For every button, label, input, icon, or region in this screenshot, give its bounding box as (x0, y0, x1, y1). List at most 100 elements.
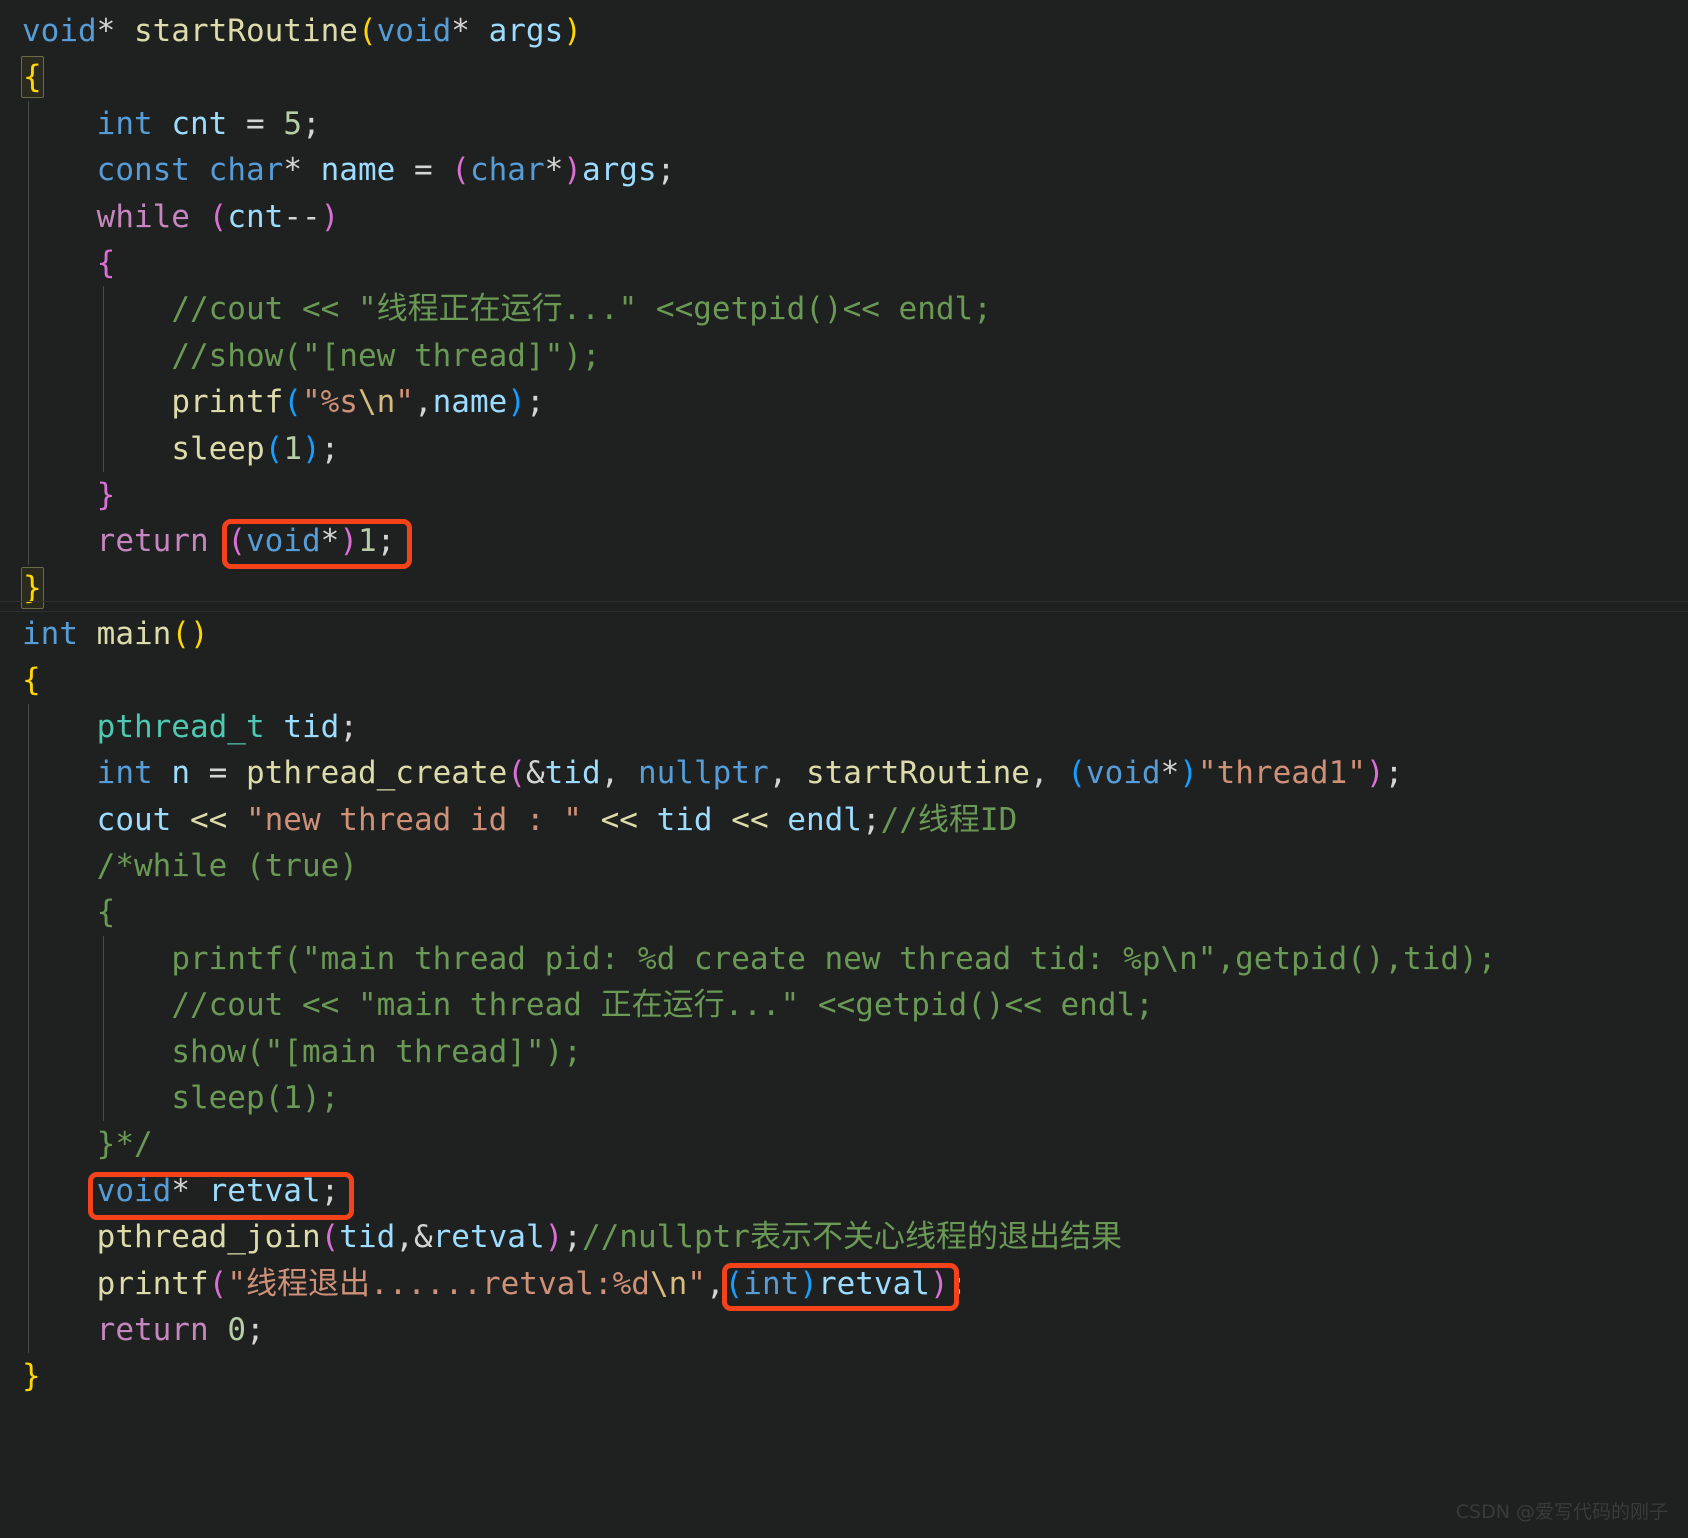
code-token: \n (649, 1265, 688, 1302)
indent-guide (28, 703, 29, 751)
code-line[interactable]: } (0, 1353, 1688, 1399)
code-token: show("[main thread]"); (171, 1033, 582, 1070)
code-line[interactable]: //cout << "main thread 正在运行..." <<getpid… (0, 982, 1688, 1029)
code-line[interactable]: { (0, 889, 1688, 936)
code-line[interactable]: } (0, 565, 1688, 611)
code-token: { (96, 894, 116, 931)
code-line[interactable]: cout << "new thread id : " << tid << end… (0, 796, 1688, 844)
code-token: tid (283, 708, 340, 745)
code-token: tid (339, 1219, 396, 1256)
indent-guide (28, 425, 29, 472)
code-line[interactable]: void* startRoutine(void* args) (0, 8, 1688, 54)
indent-guide (28, 471, 29, 519)
code-line[interactable]: { (0, 54, 1688, 100)
code-token: tid (656, 801, 713, 838)
code-token: sleep(1); (171, 1079, 340, 1116)
code-line[interactable]: //show("[new thread]"); (0, 332, 1688, 380)
code-token: << (600, 801, 638, 838)
code-line[interactable]: int cnt = 5; (0, 100, 1688, 148)
code-token: * (451, 13, 489, 49)
indent-guide (28, 100, 29, 148)
code-token: ; (376, 523, 396, 560)
code-token: ( (227, 523, 246, 560)
indent-guide (28, 379, 29, 426)
code-line[interactable]: /*while (true) (0, 843, 1688, 890)
code-line[interactable]: printf("线程退出......retval:%d\n",(int)retv… (0, 1260, 1688, 1307)
indent-guide (28, 1028, 29, 1075)
code-token: } (96, 476, 116, 513)
code-token: const (96, 152, 190, 189)
code-token: "线程退出......retval:%d (227, 1265, 650, 1302)
code-line[interactable]: const char* name = (char*)args; (0, 147, 1688, 194)
code-token: retval (432, 1219, 545, 1256)
code-line[interactable]: sleep(1); (0, 1074, 1688, 1122)
code-line[interactable]: pthread_t tid; (0, 703, 1688, 751)
code-token: 1 (283, 430, 302, 467)
code-token: endl (787, 801, 862, 838)
code-line[interactable]: }*/ (0, 1121, 1688, 1168)
code-token: cnt (171, 105, 228, 142)
code-line[interactable]: int n = pthread_create(&tid, nullptr, st… (0, 750, 1688, 797)
code-token: ; (339, 708, 358, 745)
code-line[interactable]: //cout << "线程正在运行..." <<getpid()<< endl; (0, 286, 1688, 333)
code-token: { (96, 244, 116, 281)
indent-guide (28, 1214, 29, 1261)
code-token: , (768, 755, 806, 792)
code-line[interactable]: void* retval; (0, 1167, 1688, 1215)
indent-guide (28, 1260, 29, 1307)
code-token: ) (301, 430, 321, 467)
code-token: " (687, 1265, 706, 1302)
code-token: //cout << "main thread 正在运行..." <<getpid… (171, 987, 1154, 1024)
function-separator-bottom (0, 611, 1688, 612)
indent-guide (28, 239, 29, 287)
code-line[interactable]: int main() (0, 611, 1688, 657)
code-line[interactable]: } (0, 471, 1688, 519)
code-line[interactable]: pthread_join(tid,&retval);//nullptr表示不关心… (0, 1214, 1688, 1261)
code-token: cnt (227, 198, 284, 235)
indent-guide (28, 843, 29, 890)
indent-guide (28, 518, 29, 565)
code-token: , (705, 1265, 725, 1302)
code-token: ) (1365, 755, 1385, 792)
code-token: tid (544, 755, 601, 792)
code-line[interactable]: return 0; (0, 1306, 1688, 1354)
code-token: sleep (171, 430, 265, 467)
code-line[interactable]: printf("main thread pid: %d create new t… (0, 935, 1688, 983)
code-token: ( (208, 1265, 228, 1302)
code-token: { (22, 662, 41, 699)
code-line[interactable]: return (void*)1; (0, 518, 1688, 565)
code-line[interactable]: sleep(1); (0, 425, 1688, 472)
code-line[interactable]: { (0, 239, 1688, 287)
code-token: << (731, 801, 769, 838)
code-editor[interactable]: void* startRoutine(void* args){ int cnt … (0, 0, 1688, 1538)
code-token: pthread_t (96, 708, 265, 745)
code-token: ( (357, 13, 377, 49)
indent-guide (103, 286, 104, 333)
indent-guide (103, 332, 104, 380)
code-token: { (21, 56, 44, 99)
code-line[interactable]: while (cnt--) (0, 193, 1688, 240)
code-line[interactable]: printf("%s\n",name); (0, 379, 1688, 426)
code-token: \n (357, 384, 396, 421)
code-token: << (189, 801, 228, 838)
code-token: ) (544, 1219, 564, 1256)
code-line[interactable]: { (0, 657, 1688, 703)
code-line[interactable]: show("[main thread]"); (0, 1028, 1688, 1075)
watermark: CSDN @爱写代码的刚子 (1455, 1501, 1668, 1523)
code-token: retval (817, 1265, 930, 1302)
